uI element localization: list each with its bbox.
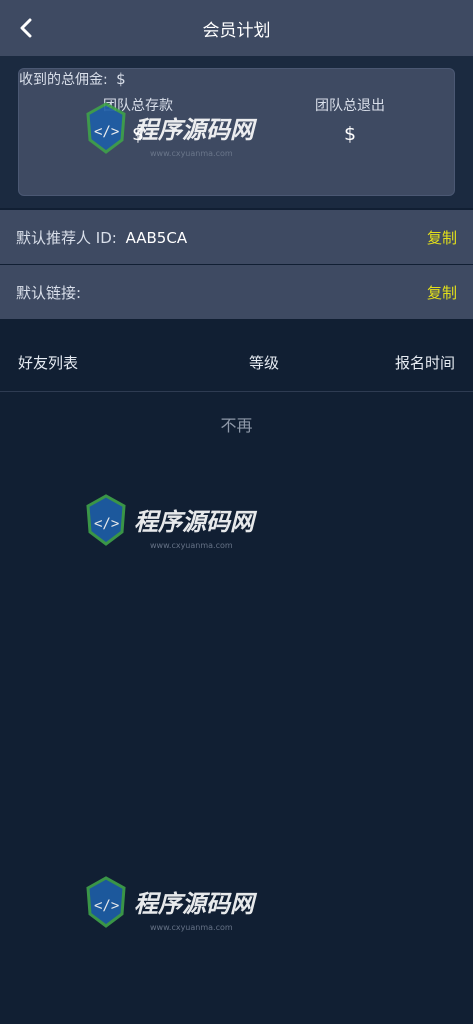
svg-text:</>: </> [94,898,119,914]
referral-id-row: 默认推荐人 ID: AAB5CA 复制 [0,210,473,264]
svg-text:www.cxyuanma.com: www.cxyuanma.com [150,923,233,932]
watermark-logo: </> 程序源码网 www.cxyuanma.com [84,488,284,558]
chevron-left-icon [20,18,32,38]
team-withdraw-value: $ [343,123,357,145]
col-signup-time: 报名时间 [394,354,455,372]
referral-id-text: 默认推荐人 ID: AAB5CA [16,227,187,248]
commission-label: 收到的总佣金: [19,72,108,88]
team-deposit-stat: 团队总存款 $ [83,95,193,145]
empty-state-text: 不再 [220,416,253,435]
team-deposit-value: $ [131,123,145,145]
commission-stat: 收到的总佣金: $ [19,69,454,89]
svg-text:程序源码网: 程序源码网 [134,890,258,918]
referral-link-row: 默认链接: 复制 [0,265,473,319]
back-button[interactable] [12,14,40,42]
summary-section: 团队总存款 $ 团队总退出 $ 收到的总佣金: $ [0,56,473,208]
svg-text:程序源码网: 程序源码网 [134,508,258,536]
referral-link-text: 默认链接: [16,282,81,303]
svg-text:www.cxyuanma.com: www.cxyuanma.com [150,541,233,550]
summary-card: 团队总存款 $ 团队总退出 $ 收到的总佣金: $ [18,68,455,196]
col-friend-list: 好友列表 [18,354,79,372]
team-withdraw-label: 团队总退出 [315,98,385,114]
copy-link-button[interactable]: 复制 [427,282,457,303]
page-title: 会员计划 [202,20,271,41]
friends-table-header: 好友列表 等级 报名时间 [0,334,473,392]
referral-link-label: 默认链接: [16,283,82,302]
watermark-logo: </> 程序源码网 www.cxyuanma.com [84,870,284,940]
team-deposit-label: 团队总存款 [103,98,173,114]
svg-text:</>: </> [94,516,119,532]
col-level: 等级 [249,354,280,372]
commission-value: $ [116,70,126,88]
app-header: 会员计划 [0,0,473,56]
team-withdraw-stat: 团队总退出 $ [295,95,405,145]
copy-id-button[interactable]: 复制 [427,227,457,248]
referral-id-label: 默认推荐人 ID: [16,228,117,247]
referral-id-value: AAB5CA [125,228,188,247]
